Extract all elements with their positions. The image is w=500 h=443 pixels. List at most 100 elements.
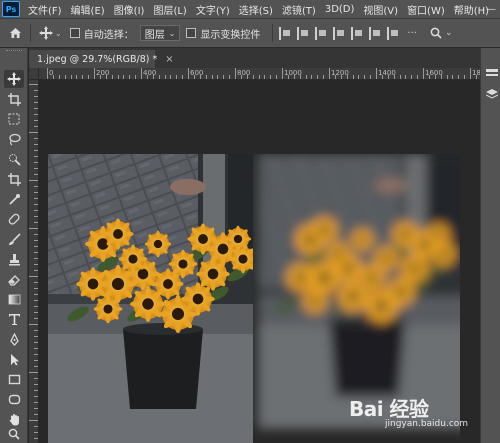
clone-stamp-tool-icon[interactable] (4, 250, 24, 268)
search-icon[interactable] (427, 24, 445, 42)
home-icon[interactable] (6, 24, 24, 42)
ruler-minor-tick (346, 75, 348, 79)
ruler-minor-tick (64, 75, 66, 79)
horizontal-ruler[interactable]: 020040060080010001200140016001800 (39, 68, 480, 80)
ruler-tick (34, 360, 38, 361)
ruler-tick (34, 330, 38, 331)
ruler-tick (34, 264, 38, 265)
ruler-tick (34, 270, 38, 271)
layer-select-dropdown[interactable]: 图层 ⌄ (139, 25, 181, 41)
align-left-icon[interactable] (279, 26, 292, 40)
menu-file[interactable]: 文件(F) (28, 2, 62, 17)
ruler-tick (34, 282, 38, 283)
ruler-minor-tick (246, 75, 248, 79)
ruler-minor-tick (58, 75, 60, 79)
ruler-tick (34, 210, 38, 211)
marquee-tool-icon[interactable] (4, 110, 24, 128)
ruler-tick (34, 348, 38, 349)
more-options-icon[interactable]: ··· (407, 28, 417, 39)
align-bottom-icon[interactable] (369, 26, 382, 40)
window-controls: — (484, 2, 498, 16)
ruler-minor-tick (164, 75, 166, 79)
crop-tool-icon[interactable] (4, 170, 24, 188)
ruler-minor-tick (170, 75, 172, 79)
eraser-tool-icon[interactable] (4, 270, 24, 288)
chevron-down-icon[interactable]: ⌄ (445, 28, 453, 38)
align-right-icon[interactable] (315, 26, 328, 40)
ruler-tick (34, 408, 38, 409)
ruler-tick (34, 300, 38, 301)
distribute-icon[interactable] (387, 26, 400, 40)
ruler-tick (34, 216, 38, 217)
move-tool-preset-icon[interactable] (37, 24, 55, 42)
show-transform-checkbox[interactable] (186, 28, 197, 38)
menu-view[interactable]: 视图(V) (363, 2, 398, 17)
minimize-button[interactable]: — (484, 2, 498, 16)
menu-select[interactable]: 选择(S) (239, 2, 273, 17)
ruler-minor-tick (358, 75, 360, 79)
menu-filter[interactable]: 滤镜(T) (282, 2, 316, 17)
ruler-minor-tick (446, 75, 448, 79)
healing-brush-tool-icon[interactable] (4, 210, 24, 228)
ruler-minor-tick (364, 75, 366, 79)
menu-layer[interactable]: 图层(L) (153, 2, 186, 17)
ruler-minor-tick (117, 75, 119, 79)
ruler-tick (34, 108, 38, 109)
menu-type[interactable]: 文字(Y) (196, 2, 230, 17)
menu-edit[interactable]: 编辑(E) (71, 2, 105, 17)
canvas-area[interactable] (40, 81, 480, 443)
vertical-ruler[interactable] (29, 80, 39, 443)
move-tool-icon[interactable] (4, 70, 24, 88)
ruler-minor-tick (199, 75, 201, 79)
divider (30, 24, 31, 42)
ruler-minor-tick (70, 75, 72, 79)
eyedropper-tool-icon[interactable] (4, 190, 24, 208)
zoom-tool-icon[interactable] (4, 425, 24, 443)
menu-window[interactable]: 窗口(W) (407, 2, 445, 17)
ruler-tick (34, 156, 38, 157)
ruler-tick (329, 68, 330, 79)
brush-tool-icon[interactable] (4, 230, 24, 248)
baidu-watermark: Bai 经验 jingyan.baidu.com (345, 393, 485, 439)
ruler-tick (34, 390, 38, 391)
ruler-tick (94, 68, 95, 79)
artboard-tool-icon[interactable] (4, 90, 24, 108)
ruler-minor-tick (82, 75, 84, 79)
gradient-tool-icon[interactable] (4, 290, 24, 308)
ruler-minor-tick (452, 75, 454, 79)
ruler-origin[interactable] (29, 68, 39, 80)
path-select-tool-icon[interactable] (4, 350, 24, 368)
ruler-tick (34, 120, 38, 121)
quick-select-tool-icon[interactable] (4, 150, 24, 168)
ellipse-tool-icon[interactable] (4, 390, 24, 408)
ruler-tick (282, 68, 283, 79)
chevron-down-icon[interactable]: ⌄ (55, 29, 62, 38)
align-center-icon[interactable] (297, 26, 310, 40)
ruler-minor-tick (135, 75, 137, 79)
menu-3d[interactable]: 3D(D) (325, 4, 355, 15)
layers-panel-icon[interactable] (485, 88, 498, 101)
ruler-tick (34, 168, 38, 169)
ruler-minor-tick (311, 75, 313, 79)
ruler-minor-tick (158, 75, 160, 79)
menu-image[interactable]: 图像(I) (114, 2, 145, 17)
ruler-minor-tick (252, 75, 254, 79)
ruler-minor-tick (52, 75, 54, 79)
lasso-tool-icon[interactable] (4, 130, 24, 148)
type-tool-icon[interactable] (4, 310, 24, 328)
align-middle-icon[interactable] (351, 26, 364, 40)
align-top-icon[interactable] (333, 26, 346, 40)
ruler-minor-tick (111, 75, 113, 79)
auto-select-checkbox[interactable] (69, 28, 80, 38)
show-transform-label: 显示变换控件 (200, 29, 261, 41)
close-icon[interactable]: × (165, 54, 173, 65)
pen-tool-icon[interactable] (4, 330, 24, 348)
ruler-minor-tick (411, 75, 413, 79)
rectangle-tool-icon[interactable] (4, 370, 24, 388)
ruler-tick (34, 312, 38, 313)
ruler-minor-tick (387, 75, 389, 79)
panel-icon[interactable] (485, 68, 498, 81)
ruler-tick (34, 90, 38, 91)
document-tab[interactable]: 1.jpeg @ 29.7%(RGB/8) * × (29, 50, 174, 68)
ruler-minor-tick (152, 75, 154, 79)
